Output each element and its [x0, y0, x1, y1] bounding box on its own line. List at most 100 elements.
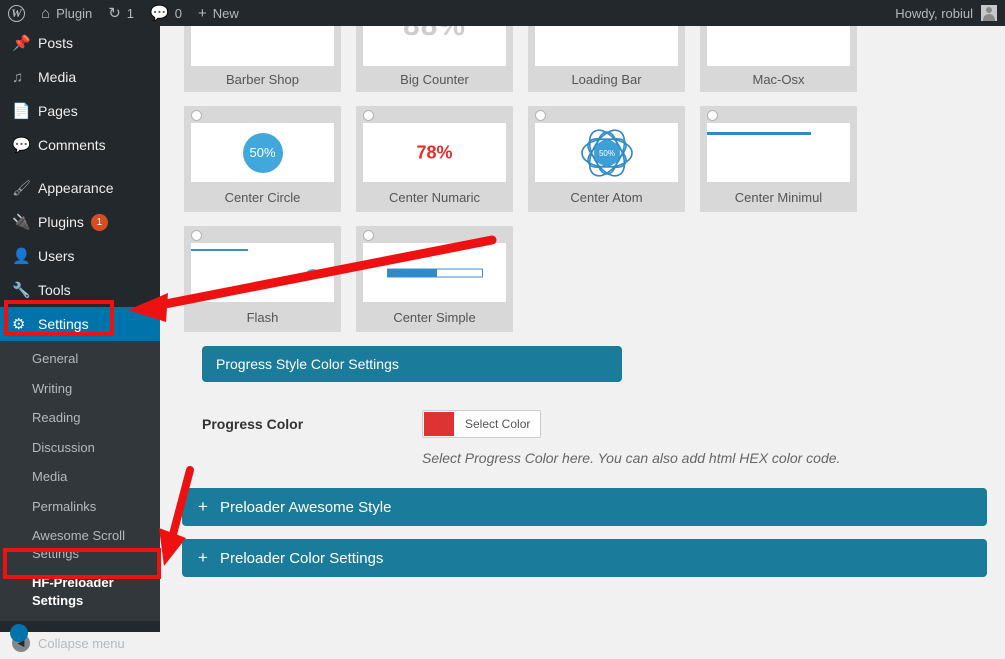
updates-menu[interactable]: ↻ 1 — [100, 0, 142, 26]
style-card-center-circle[interactable]: 50% Center Circle — [184, 106, 341, 212]
comment-bubble-icon: 💬 — [150, 4, 169, 22]
style-card-label: Center Minimul — [734, 189, 823, 205]
sidebar-bottom-dot-icon — [10, 624, 28, 642]
sidebar-subitem-writing[interactable]: Writing — [0, 374, 160, 404]
sidebar-item-posts[interactable]: 📌 Posts — [0, 26, 160, 60]
card-head — [184, 226, 341, 243]
plugins-update-badge: 1 — [90, 213, 108, 231]
style-preview — [707, 26, 850, 66]
style-radio[interactable] — [363, 110, 374, 121]
center-atom-preview-icon: 50% — [580, 126, 634, 180]
new-content-menu[interactable]: + New — [190, 0, 247, 26]
progress-color-row: Progress Color Select Color — [202, 410, 1005, 438]
sidebar-subitem-discussion[interactable]: Discussion — [0, 433, 160, 463]
big-counter-percent: 88% — [403, 26, 466, 43]
center-circle-preview-icon: 50% — [242, 132, 283, 173]
sidebar-subitem-media[interactable]: Media — [0, 462, 160, 492]
sidebar-item-label: Appearance — [38, 180, 114, 196]
progress-style-color-settings-header[interactable]: Progress Style Color Settings — [202, 346, 622, 382]
sidebar-subitem-general[interactable]: General — [0, 344, 160, 374]
sidebar-item-media[interactable]: ♫ Media — [0, 60, 160, 94]
style-radio[interactable] — [363, 230, 374, 241]
style-card-label: Center Circle — [224, 189, 301, 205]
card-head — [184, 106, 341, 123]
style-card-label: Big Counter — [400, 71, 469, 87]
new-label: New — [212, 5, 239, 21]
style-card-loading-bar[interactable]: Loading Bar — [528, 26, 685, 92]
style-card-label: Center Simple — [393, 309, 476, 325]
sidebar-item-label: Posts — [38, 35, 74, 51]
style-radio[interactable] — [191, 230, 202, 241]
wp-logo-menu[interactable]: W — [0, 0, 33, 26]
sidebar-item-pages[interactable]: 📄 Pages — [0, 94, 160, 128]
settings-highlight-box — [4, 300, 114, 336]
comments-icon: 💬 — [12, 137, 31, 154]
progress-color-description: Select Progress Color here. You can also… — [422, 450, 841, 466]
accordion-preloader-awesome-style[interactable]: + Preloader Awesome Style — [182, 488, 987, 526]
wordpress-logo-icon: W — [8, 4, 25, 22]
style-card-mac-osx[interactable]: Mac-Osx — [700, 26, 857, 92]
admin-bar: W ⌂ Plugin ↻ 1 💬 0 + New Howdy, robiul — [0, 0, 1005, 26]
style-card-center-atom[interactable]: 50% Center Atom — [528, 106, 685, 212]
plain-preview-icon — [707, 26, 850, 66]
select-color-button[interactable]: Select Color — [422, 410, 542, 438]
home-icon: ⌂ — [41, 4, 51, 22]
card-head — [528, 106, 685, 123]
style-card-flash[interactable]: Flash — [184, 226, 341, 332]
comments-count: 0 — [174, 5, 182, 21]
accordion-preloader-color-settings[interactable]: + Preloader Color Settings — [182, 539, 987, 577]
style-card-label: Barber Shop — [226, 71, 299, 87]
style-preview — [191, 26, 334, 66]
sidebar-subitem-reading[interactable]: Reading — [0, 403, 160, 433]
style-radio[interactable] — [707, 110, 718, 121]
sidebar-item-users[interactable]: 👤 Users — [0, 239, 160, 273]
sidebar-item-plugins[interactable]: 🔌 Plugins 1 — [0, 205, 160, 239]
card-head — [356, 106, 513, 123]
style-preview: 88% — [363, 26, 506, 66]
brush-icon: 🖌 — [12, 180, 32, 197]
updates-count: 1 — [126, 5, 135, 21]
sidebar-item-label: Plugins — [38, 214, 84, 230]
updates-icon: ↻ — [108, 4, 121, 22]
sidebar-item-appearance[interactable]: 🖌 Appearance — [0, 171, 160, 205]
current-menu-pointer — [160, 316, 168, 332]
account-menu[interactable]: Howdy, robiul — [895, 5, 1005, 21]
flash-spinner-icon — [300, 265, 326, 291]
user-icon: 👤 — [12, 248, 31, 265]
style-card-big-counter[interactable]: 88% Big Counter — [356, 26, 513, 92]
style-card-label: Mac-Osx — [752, 71, 805, 87]
sidebar-item-comments[interactable]: 💬 Comments — [0, 128, 160, 162]
sidebar-item-label: Users — [38, 248, 75, 264]
simple-progress-preview-icon — [386, 268, 483, 277]
plus-icon: + — [197, 4, 207, 22]
pages-icon: 📄 — [12, 103, 31, 120]
progress-panel-title: Progress Style Color Settings — [216, 356, 399, 372]
style-card-label: Flash — [246, 309, 279, 325]
sidebar-item-label: Comments — [38, 137, 106, 153]
style-radio[interactable] — [191, 110, 202, 121]
sidebar-item-label: Pages — [38, 103, 78, 119]
comments-menu[interactable]: 💬 0 — [142, 0, 190, 26]
card-row: Barber Shop 88% Big Counter Loading Bar … — [184, 26, 1005, 92]
style-card-center-minimul[interactable]: Center Minimul — [700, 106, 857, 212]
style-card-label: Center Atom — [570, 189, 643, 205]
plus-icon: + — [198, 497, 208, 516]
style-radio[interactable] — [535, 110, 546, 121]
color-swatch[interactable] — [424, 412, 454, 436]
sidebar-subitem-permalinks[interactable]: Permalinks — [0, 492, 160, 522]
preloader-style-grid: Barber Shop 88% Big Counter Loading Bar … — [160, 26, 1005, 332]
style-preview — [191, 243, 334, 302]
style-card-center-numaric[interactable]: 78% Center Numaric — [356, 106, 513, 212]
center-numeric-preview-value: 78% — [416, 142, 453, 162]
avatar — [981, 5, 997, 21]
style-preview — [363, 243, 506, 302]
site-name-menu[interactable]: ⌂ Plugin — [33, 0, 100, 26]
style-preview: 50% — [191, 123, 334, 182]
plus-icon: + — [198, 548, 208, 567]
style-card-center-simple[interactable]: Center Simple — [356, 226, 513, 332]
svg-text:50%: 50% — [598, 149, 614, 158]
collapse-menu-label: Collapse menu — [38, 635, 125, 651]
wrench-icon: 🔧 — [12, 282, 31, 299]
plug-icon: 🔌 — [12, 214, 31, 231]
style-card-barber-shop[interactable]: Barber Shop — [184, 26, 341, 92]
